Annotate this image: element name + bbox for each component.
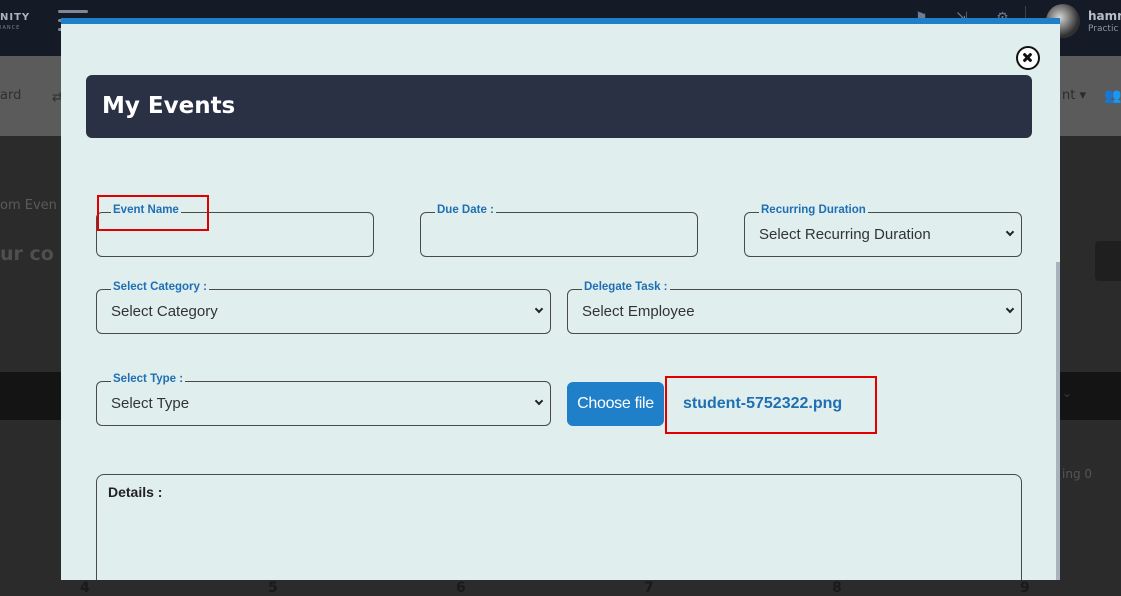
details-textarea[interactable]: Details : [96, 474, 1022, 580]
recurring-duration-select[interactable]: Recurring Duration Select Recurring Dura… [744, 204, 1022, 257]
file-name-highlight [665, 376, 877, 434]
details-label: Details : [108, 484, 163, 500]
due-date-input[interactable]: Due Date : [420, 204, 698, 257]
calendar-day: 6 [456, 580, 466, 596]
close-icon[interactable] [1016, 46, 1040, 70]
recurring-duration-value: Select Recurring Duration [759, 226, 931, 243]
delegate-task-select[interactable]: Delegate Task : Select Employee [567, 281, 1022, 334]
nav-item-dropdown[interactable]: nt ▾ [1062, 88, 1086, 103]
chevron-down-icon [1005, 304, 1015, 314]
chevron-down-icon [1005, 227, 1015, 237]
modal-header: My Events [86, 75, 1032, 138]
modal-scrollbar[interactable] [1056, 262, 1060, 580]
nav-item-dashboard[interactable]: ard [0, 88, 21, 103]
user-name: hamn [1088, 9, 1121, 23]
delegate-task-value: Select Employee [582, 303, 695, 320]
type-label: Select Type : [111, 373, 186, 385]
choose-file-button[interactable]: Choose file [567, 382, 664, 426]
breadcrumb: om Even [0, 198, 57, 213]
page-heading: ur co [0, 243, 54, 265]
my-events-modal: My Events Event Name Due Date : Recurrin… [61, 18, 1060, 580]
chevron-down-icon [534, 304, 544, 314]
calendar-day: 5 [268, 580, 278, 596]
chevron-down-icon[interactable]: ⌄ [1062, 386, 1072, 400]
category-label: Select Category : [111, 281, 209, 293]
chevron-down-icon [534, 396, 544, 406]
category-value: Select Category [111, 303, 218, 320]
due-date-label: Due Date : [435, 204, 496, 216]
type-value: Select Type [111, 395, 190, 412]
background-side-text: ing 0 [1062, 467, 1093, 481]
delegate-task-label: Delegate Task : [582, 281, 670, 293]
event-name-highlight [97, 195, 209, 231]
calendar-day: 4 [80, 580, 90, 596]
background-action-button[interactable] [1095, 241, 1121, 281]
type-select[interactable]: Select Type : Select Type [96, 373, 551, 426]
calendar-day: 9 [1020, 580, 1030, 596]
background-logo-text: NITY [0, 12, 31, 23]
calendar-day: 8 [832, 580, 842, 596]
modal-title: My Events [102, 93, 236, 119]
calendar-day: 7 [644, 580, 654, 596]
category-select[interactable]: Select Category : Select Category [96, 281, 551, 334]
recurring-duration-label: Recurring Duration [759, 204, 868, 216]
people-icon[interactable]: 👥 [1104, 88, 1121, 104]
user-role: Practic [1088, 24, 1119, 34]
background-logo-subtext: IANCE [0, 25, 21, 31]
